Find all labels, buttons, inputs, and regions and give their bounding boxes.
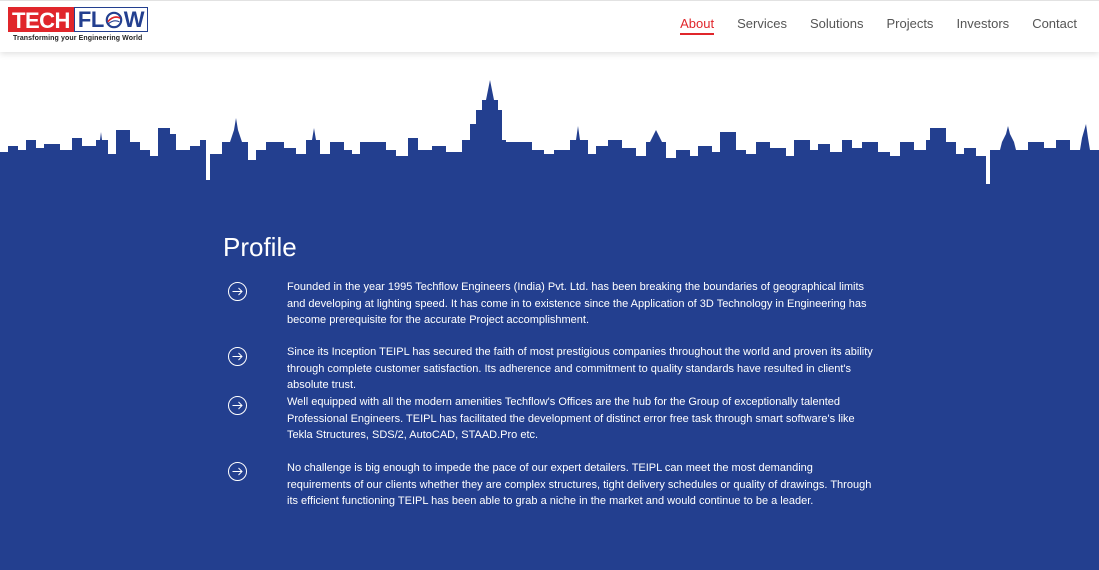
arrow-circle-icon [228,462,247,481]
nav-projects[interactable]: Projects [886,16,933,35]
profile-heading: Profile [223,232,297,262]
logo-flow-left: FL [77,7,104,32]
nav-services[interactable]: Services [737,16,787,35]
logo-flow-text: FL W [73,7,149,32]
profile-paragraph-4: No challenge is big enough to impede the… [287,462,872,507]
globe-icon [105,11,123,28]
techflow-logo[interactable]: TECH FL W Transforming your Engineering … [8,7,149,45]
logo-flow-right: W [123,7,145,32]
profile-paragraph-3: Well equipped with all the modern amenit… [287,396,855,441]
nav-contact[interactable]: Contact [1032,16,1077,35]
main-nav: About Services Solutions Projects Invest… [657,16,1077,35]
nav-about[interactable]: About [680,16,715,35]
profile-paragraph-1: Founded in the year 1995 Techflow Engine… [287,281,867,326]
nav-investors[interactable]: Investors [956,16,1009,35]
logo-tagline: Transforming your Engineering World [13,35,143,42]
site-header: TECH FL W Transforming your Engineering … [0,0,1099,52]
logo-wordmark: TECH FL W [8,7,149,33]
logo-tech-text: TECH [8,7,74,33]
arrow-circle-icon [228,396,247,415]
arrow-circle-icon [228,347,247,366]
city-skyline-illustration [0,80,1099,200]
profile-paragraph-2: Since its Inception TEIPL has secured th… [287,346,873,391]
arrow-circle-icon [228,282,247,301]
nav-solutions[interactable]: Solutions [810,16,863,35]
